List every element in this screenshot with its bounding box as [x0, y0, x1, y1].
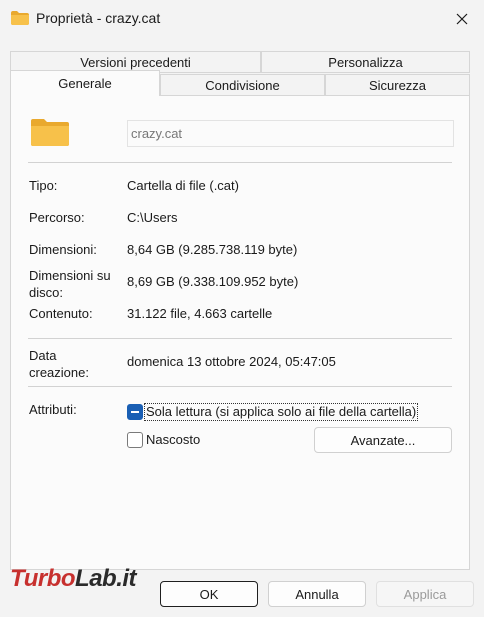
divider	[28, 386, 452, 387]
attributes-label: Attributi:	[29, 402, 77, 417]
path-value: C:\Users	[127, 210, 178, 225]
created-label-line1: Data	[29, 348, 57, 363]
cancel-button[interactable]: Annulla	[268, 581, 366, 607]
disk-size-label-line2: disco:	[29, 285, 63, 300]
disk-size-label-line1: Dimensioni su	[29, 268, 111, 283]
size-value: 8,64 GB (9.285.738.119 byte)	[127, 242, 298, 257]
tab-sicurezza[interactable]: Sicurezza	[325, 74, 470, 96]
tab-label: Personalizza	[328, 54, 403, 70]
hidden-checkbox[interactable]	[127, 432, 143, 448]
type-label: Tipo:	[29, 178, 58, 193]
watermark-logo: TurboLab.it	[10, 565, 137, 593]
watermark-part1: Turbo	[10, 565, 76, 592]
tab-label: Generale	[58, 76, 112, 91]
title-bar: Proprietà - crazy.cat	[0, 0, 484, 38]
tab-personalizza[interactable]: Personalizza	[261, 51, 470, 73]
close-button[interactable]	[440, 0, 484, 38]
window-title: Proprietà - crazy.cat	[36, 10, 161, 26]
divider	[28, 162, 452, 163]
divider	[28, 338, 452, 339]
tab-generale[interactable]: Generale	[10, 70, 160, 96]
tab-label: Versioni precedenti	[80, 54, 191, 70]
folder-icon	[11, 11, 29, 25]
contents-label: Contenuto:	[29, 306, 93, 321]
type-value: Cartella di file (.cat)	[127, 178, 239, 193]
size-label: Dimensioni:	[29, 242, 97, 257]
disk-size-value: 8,69 GB (9.338.109.952 byte)	[127, 274, 299, 289]
general-panel	[10, 95, 470, 570]
apply-button[interactable]: Applica	[376, 581, 474, 607]
folder-icon	[31, 119, 69, 146]
readonly-label[interactable]: Sola lettura (si applica solo ai file de…	[144, 403, 419, 421]
watermark-part2: Lab.it	[75, 565, 137, 592]
tab-label: Condivisione	[205, 77, 280, 93]
tab-label: Sicurezza	[368, 77, 427, 93]
close-icon	[456, 13, 468, 25]
advanced-button[interactable]: Avanzate...	[314, 427, 452, 453]
contents-value: 31.122 file, 4.663 cartelle	[127, 306, 273, 321]
hidden-label[interactable]: Nascosto	[146, 432, 200, 448]
tab-condivisione[interactable]: Condivisione	[160, 74, 325, 96]
readonly-checkbox[interactable]	[127, 404, 143, 420]
folder-name-input[interactable]	[127, 120, 454, 147]
created-value: domenica 13 ottobre 2024, 05:47:05	[127, 354, 336, 369]
path-label: Percorso:	[29, 210, 85, 225]
ok-button[interactable]: OK	[160, 581, 258, 607]
created-label-line2: creazione:	[29, 365, 89, 380]
